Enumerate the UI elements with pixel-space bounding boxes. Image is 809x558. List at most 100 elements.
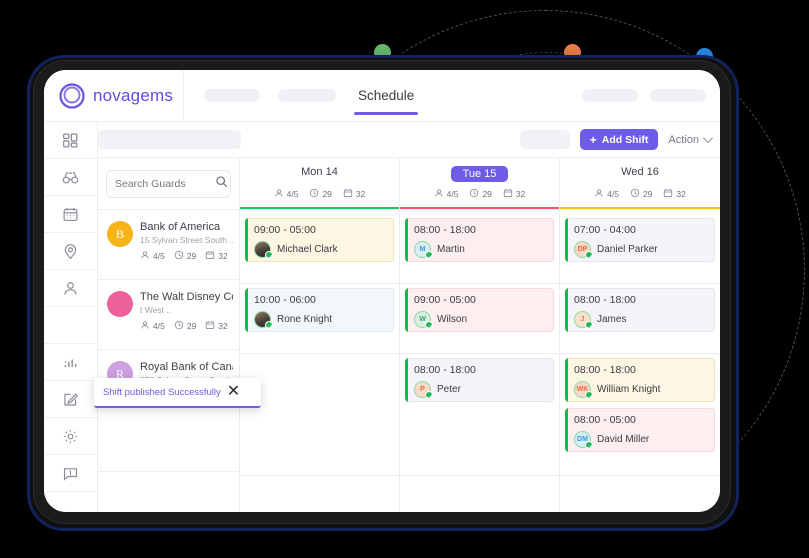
- schedule-cell[interactable]: 10:00 - 06:00 Rone Knight: [240, 284, 399, 354]
- shift-card[interactable]: 09:00 - 05:00 W Wilson: [405, 288, 554, 332]
- metric-shifts-value: 32: [355, 189, 366, 199]
- schedule-cell[interactable]: 08:00 - 18:00 P Peter: [400, 354, 559, 476]
- action-dropdown[interactable]: Action: [668, 133, 713, 146]
- shift-time: 08:00 - 18:00: [414, 364, 476, 376]
- shift-card[interactable]: 08:00 - 18:00 M Martin: [405, 218, 554, 262]
- day-metrics: 4/5 29 32: [240, 188, 399, 200]
- guard-info: Bank of America 15 Sylvan Street South .…: [140, 221, 233, 279]
- tab-placeholder-4[interactable]: [650, 89, 706, 102]
- schedule-cell[interactable]: 09:00 - 05:00 W Wilson: [400, 284, 559, 354]
- guard-row-0[interactable]: B Bank of America 15 Sylvan Street South…: [98, 210, 239, 280]
- day-label[interactable]: Tue 15: [400, 166, 559, 183]
- shift-card[interactable]: 08:00 - 05:00 DM David Miller: [565, 408, 715, 452]
- guard-row-2[interactable]: R Royal Bank of Canada 972 Sylvan Street…: [98, 350, 239, 472]
- shift-person-name: Peter: [437, 384, 461, 395]
- search-icon[interactable]: [215, 175, 228, 193]
- calendar-icon: [205, 320, 215, 332]
- schedule-cell[interactable]: 08:00 - 18:00 J James: [560, 284, 720, 354]
- clock-icon: [469, 188, 479, 200]
- shift-card[interactable]: 09:00 - 05:00 Michael Clark: [245, 218, 394, 262]
- day-underline: [400, 206, 559, 209]
- sidebar-item-reports[interactable]: [44, 344, 98, 381]
- sidebar-item-incidents[interactable]: [44, 455, 98, 492]
- date-range-field-placeholder[interactable]: [98, 130, 241, 149]
- sidebar-item-settings[interactable]: [44, 418, 98, 455]
- day-label-text: Tue 15: [450, 166, 509, 182]
- metric-hours: 29: [630, 188, 652, 200]
- shift-card[interactable]: 10:00 - 06:00 Rone Knight: [245, 288, 394, 332]
- schedule-cell[interactable]: [240, 354, 399, 476]
- shift-person-name: William Knight: [597, 384, 661, 395]
- metric-shifts-value: 32: [218, 321, 228, 331]
- guard-address: t West ..: [140, 305, 172, 315]
- sidebar-item-locations[interactable]: [44, 233, 98, 270]
- shift-person: DM David Miller: [574, 431, 708, 449]
- schedule-board: B Bank of America 15 Sylvan Street South…: [98, 158, 720, 512]
- day-header-0: Mon 14 4/5 29 32: [240, 158, 399, 210]
- metric-guards-value: 4/5: [153, 321, 165, 331]
- avatar: [107, 291, 133, 317]
- day-label[interactable]: Wed 16: [560, 166, 720, 183]
- sidebar-item-patrol[interactable]: [44, 159, 98, 196]
- sidebar-item-hidden[interactable]: [44, 307, 98, 344]
- tablet-screen: novagems Schedule + Add Shift Action Sea…: [44, 70, 720, 512]
- metric-guards-value: 4/5: [607, 189, 619, 199]
- close-icon[interactable]: ✕: [227, 384, 264, 400]
- search-input[interactable]: [115, 177, 211, 190]
- day-body-0: 09:00 - 05:00 Michael Clark 10:00 - 06:00 R…: [240, 210, 399, 476]
- metric-shifts: 32: [663, 188, 686, 200]
- view-select-placeholder[interactable]: [519, 130, 570, 149]
- brand-logo[interactable]: novagems: [44, 70, 184, 122]
- guard-metrics: 4/5 29 32: [140, 320, 233, 332]
- metric-hours-value: 29: [186, 251, 197, 261]
- metric-guards: 4/5: [140, 250, 165, 262]
- tab-placeholder-3[interactable]: [582, 89, 638, 102]
- add-shift-label: Add Shift: [601, 133, 649, 146]
- guard-row-1[interactable]: The Walt Disney Com.. t West .. 4/5 29: [98, 280, 239, 350]
- sidebar-item-dashboard[interactable]: [44, 122, 98, 159]
- verified-check-icon: [585, 391, 593, 399]
- guards-search-header: [98, 158, 239, 210]
- shift-card[interactable]: 07:00 - 04:00 DP Daniel Parker: [565, 218, 715, 262]
- day-header-1: Tue 15 4/5 29 32: [400, 158, 559, 210]
- metric-guards: 4/5: [274, 188, 298, 200]
- metric-shifts: 32: [205, 250, 228, 262]
- metric-guards-value: 4/5: [446, 189, 459, 199]
- binoculars-icon: [62, 169, 79, 186]
- metric-shifts-value: 32: [515, 189, 526, 199]
- shift-person-name: David Miller: [597, 434, 650, 445]
- add-shift-button[interactable]: + Add Shift: [579, 129, 659, 150]
- tab-placeholder-2[interactable]: [278, 89, 336, 102]
- clock-icon: [309, 188, 319, 200]
- sidebar-item-employees[interactable]: [44, 270, 98, 307]
- avatar: DM: [574, 431, 593, 449]
- metric-guards-value: 4/5: [153, 251, 165, 261]
- toast-message: Shift published Successfully: [103, 386, 221, 398]
- schedule-cell[interactable]: 07:00 - 04:00 DP Daniel Parker: [560, 214, 720, 284]
- guard-name: Royal Bank of Canada: [140, 361, 233, 373]
- tab-placeholder-1[interactable]: [204, 89, 260, 102]
- day-column-2: Wed 16 4/5 29 32 07:00 - 04:00 DP Daniel Parke…: [560, 158, 720, 512]
- user-icon: [594, 188, 604, 200]
- tab-schedule[interactable]: Schedule: [354, 70, 419, 122]
- day-label[interactable]: Mon 14: [240, 166, 399, 183]
- search-guards-box[interactable]: [106, 169, 231, 198]
- clock-icon: [174, 250, 184, 262]
- day-body-1: 08:00 - 18:00 M Martin 09:00 - 05:00 W Wilson…: [400, 210, 559, 476]
- shift-person-name: Wilson: [437, 314, 468, 325]
- metric-guards: 4/5: [140, 320, 165, 332]
- schedule-cell[interactable]: 09:00 - 05:00 Michael Clark: [240, 214, 399, 284]
- avatar: W: [414, 311, 433, 329]
- schedule-cell[interactable]: 08:00 - 18:00 M Martin: [400, 214, 559, 284]
- day-label-text: Wed 16: [621, 166, 659, 178]
- shift-card[interactable]: 08:00 - 18:00 J James: [565, 288, 715, 332]
- schedule-cell[interactable]: 08:00 - 18:00 WK William Knight 08:00 - 05:…: [560, 354, 720, 476]
- shift-card[interactable]: 08:00 - 18:00 P Peter: [405, 358, 554, 402]
- location-pin-icon: [62, 243, 79, 260]
- sidebar-item-schedule[interactable]: [44, 196, 98, 233]
- shift-card[interactable]: 08:00 - 18:00 WK William Knight: [565, 358, 715, 402]
- sidebar-item-forms[interactable]: [44, 381, 98, 418]
- day-metrics: 4/5 29 32: [400, 188, 559, 200]
- avatar: P: [414, 381, 433, 399]
- calendar-icon: [663, 188, 673, 200]
